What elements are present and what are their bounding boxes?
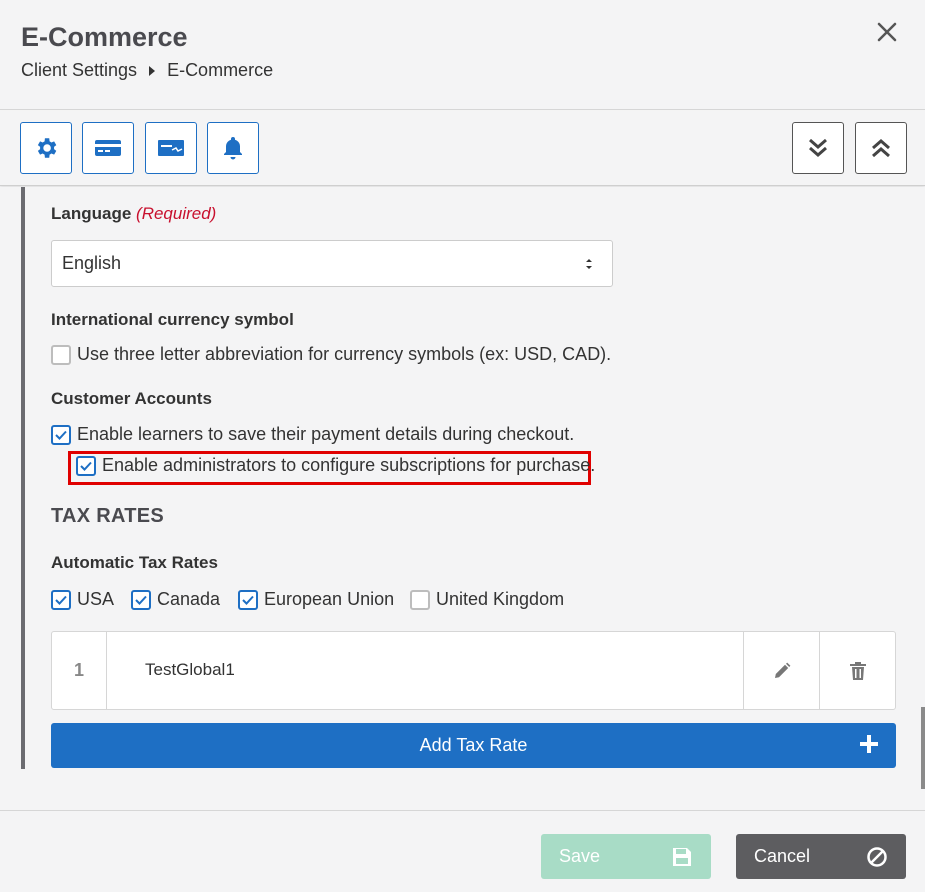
- close-icon[interactable]: [873, 18, 901, 46]
- language-label: Language (Required): [51, 204, 217, 223]
- save-label: Save: [559, 846, 601, 866]
- tax-rate-table: 1 TestGlobal1: [51, 631, 896, 710]
- checkmark-icon: [80, 461, 92, 471]
- automatic-tax-rates-label: Automatic Tax Rates: [51, 553, 218, 572]
- add-tax-rate-label: Add Tax Rate: [419, 735, 528, 755]
- checkmark-icon: [242, 595, 254, 605]
- page-title: E-Commerce: [21, 22, 188, 52]
- currency-abbreviation-checkbox[interactable]: [51, 344, 71, 365]
- checkmark-icon: [55, 430, 67, 440]
- language-select[interactable]: English: [51, 240, 613, 287]
- region-checkbox-eu[interactable]: [238, 589, 258, 610]
- tax-rates-heading: TAX RATES: [51, 505, 165, 527]
- dialog-header: E-Commerce Client Settings E-Commerce: [0, 0, 925, 110]
- check-icon: [158, 140, 184, 156]
- ban-icon: [867, 847, 887, 867]
- save-payment-details-checkbox[interactable]: [51, 424, 71, 445]
- region-label-uk: United Kingdom: [436, 589, 565, 609]
- settings-content: Language (Required) English Internationa…: [0, 187, 925, 810]
- region-option-canada: Canada: [131, 589, 220, 610]
- save-payment-details-text: Enable learners to save their payment de…: [77, 424, 575, 444]
- region-label-usa: USA: [77, 589, 115, 609]
- region-checkbox-usa[interactable]: [51, 589, 71, 610]
- checkmark-icon: [135, 595, 147, 605]
- collapse-all-button[interactable]: [855, 122, 907, 174]
- plus-icon: [860, 735, 878, 753]
- collapse-all-icon: [872, 139, 890, 158]
- currency-symbol-label: International currency symbol: [51, 310, 294, 329]
- card-icon: [95, 140, 121, 156]
- cancel-button[interactable]: Cancel: [736, 834, 906, 879]
- tax-rate-name: TestGlobal1: [145, 660, 235, 679]
- notifications-button[interactable]: [207, 122, 259, 174]
- gear-icon: [37, 138, 57, 158]
- payment-card-button[interactable]: [82, 122, 134, 174]
- customer-accounts-label: Customer Accounts: [51, 389, 212, 408]
- currency-abbreviation-option: Use three letter abbreviation for curren…: [51, 344, 611, 365]
- subscriptions-text: Enable administrators to configure subsc…: [102, 455, 596, 475]
- add-tax-rate-button[interactable]: Add Tax Rate: [51, 723, 896, 768]
- check-payment-button[interactable]: [145, 122, 197, 174]
- edit-tax-rate-button[interactable]: [743, 632, 819, 709]
- save-payment-details-option: Enable learners to save their payment de…: [51, 424, 574, 445]
- region-label-eu: European Union: [264, 589, 395, 609]
- pencil-icon: [774, 662, 790, 678]
- floppy-disk-icon: [673, 848, 691, 866]
- section-indicator-bar: [21, 187, 25, 769]
- breadcrumb-item-ecommerce: E-Commerce: [167, 60, 274, 80]
- required-indicator: (Required): [136, 204, 217, 223]
- toolbar: [0, 111, 925, 186]
- scrollbar[interactable]: [921, 707, 925, 789]
- region-option-usa: USA: [51, 589, 114, 610]
- save-button[interactable]: Save: [541, 834, 711, 879]
- region-label-canada: Canada: [157, 589, 221, 609]
- region-option-uk: United Kingdom: [410, 589, 564, 610]
- region-checkbox-uk[interactable]: [410, 589, 430, 610]
- breadcrumb-arrow-icon: [149, 65, 156, 76]
- dialog-footer: Save Cancel: [0, 810, 925, 892]
- checkmark-icon: [55, 595, 67, 605]
- region-option-eu: European Union: [238, 589, 394, 610]
- currency-abbreviation-text: Use three letter abbreviation for curren…: [77, 344, 612, 364]
- select-arrows-icon: [586, 259, 592, 269]
- bell-icon: [224, 137, 242, 160]
- language-select-value: English: [62, 253, 122, 273]
- cancel-label: Cancel: [754, 846, 811, 866]
- delete-tax-rate-button[interactable]: [819, 632, 896, 709]
- trash-icon: [850, 661, 866, 680]
- general-settings-button[interactable]: [20, 122, 72, 174]
- breadcrumb: Client Settings E-Commerce: [21, 60, 273, 81]
- subscriptions-option: Enable administrators to configure subsc…: [76, 455, 595, 476]
- table-row-index: 1: [52, 632, 107, 709]
- expand-all-icon: [809, 138, 827, 157]
- breadcrumb-item-client-settings[interactable]: Client Settings: [21, 60, 137, 81]
- expand-all-button[interactable]: [792, 122, 844, 174]
- subscriptions-checkbox[interactable]: [76, 455, 96, 476]
- region-checkbox-canada[interactable]: [131, 589, 151, 610]
